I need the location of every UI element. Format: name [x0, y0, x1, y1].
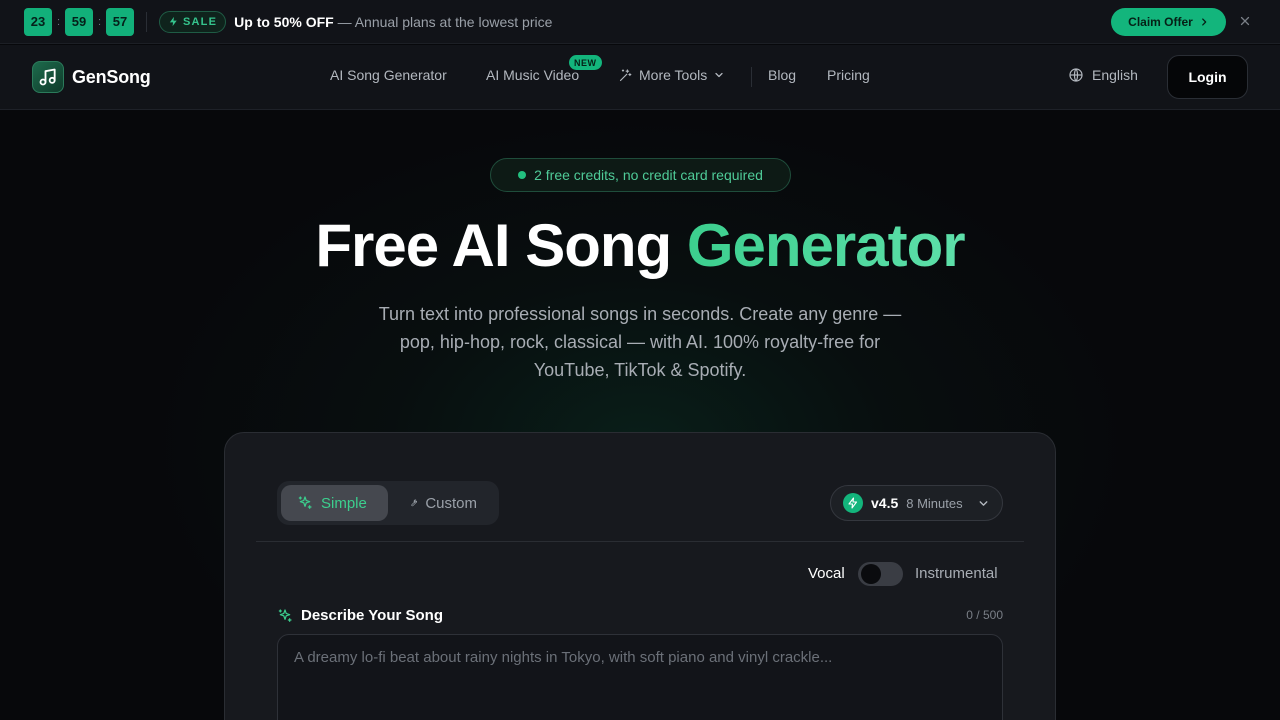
promo-bar: 23 : 59 : 57 SALE Up to 50% OFF — Annual… — [0, 0, 1280, 44]
model-selector[interactable]: v4.5 8 Minutes — [830, 485, 1003, 521]
free-credits-pill: 2 free credits, no credit card required — [490, 158, 791, 192]
claim-offer-label: Claim Offer — [1128, 15, 1193, 29]
status-dot — [518, 171, 527, 179]
timer-separator: : — [57, 15, 61, 28]
timer-minutes: 59 — [65, 7, 93, 36]
timer-seconds: 57 — [106, 7, 134, 36]
promo-divider — [146, 11, 147, 32]
simple-mode-tab[interactable]: Simple — [281, 485, 388, 521]
custom-mode-tab[interactable]: Custom — [393, 485, 493, 521]
mode-switch: Simple Custom — [277, 481, 499, 525]
chevron-right-icon — [1201, 18, 1207, 26]
close-promo-button[interactable] — [1237, 13, 1253, 29]
wrench-icon — [411, 499, 418, 507]
sale-badge: SALE — [159, 10, 227, 33]
timer-hours: 23 — [24, 7, 52, 36]
song-description-box — [277, 634, 1003, 720]
page-title: Free AI Song Generator — [0, 210, 1280, 282]
claim-offer-button[interactable]: Claim Offer — [1111, 8, 1226, 36]
card-divider — [256, 541, 1024, 542]
sale-badge-label: SALE — [183, 15, 218, 28]
brand-logo[interactable]: GenSong — [32, 61, 151, 93]
globe-icon — [1069, 68, 1083, 82]
model-duration: 8 Minutes — [906, 495, 963, 511]
sparkles-icon — [298, 496, 312, 509]
promo-offer-detail: — Annual plans at the lowest price — [333, 13, 553, 30]
vocal-instrumental-toggle[interactable] — [858, 562, 903, 586]
instrumental-label: Instrumental — [915, 565, 998, 582]
nav-pricing[interactable]: Pricing — [827, 67, 870, 83]
lightning-icon — [169, 16, 177, 27]
more-tools-label: More Tools — [639, 67, 708, 83]
song-description-input[interactable] — [294, 649, 986, 719]
lightning-icon — [843, 493, 863, 513]
nav-ai-music-video[interactable]: AI Music Video — [486, 67, 579, 83]
model-version: v4.5 — [871, 495, 899, 511]
language-selector[interactable]: English — [1068, 67, 1138, 83]
main-nav: GenSong AI Song Generator AI Music Video… — [0, 45, 1280, 110]
timer-separator: : — [98, 15, 102, 28]
simple-mode-label: Simple — [321, 494, 367, 512]
vocal-label: Vocal — [808, 565, 845, 582]
title-main: Free AI Song — [315, 212, 687, 279]
describe-song-text: Describe Your Song — [301, 607, 443, 624]
close-icon — [1240, 16, 1250, 26]
nav-ai-song-generator[interactable]: AI Song Generator — [330, 67, 447, 83]
sparkles-icon — [278, 608, 292, 622]
describe-song-label: Describe Your Song — [277, 607, 443, 624]
music-note-icon — [32, 61, 64, 93]
nav-divider — [751, 67, 752, 87]
title-accent: Generator — [686, 212, 966, 279]
custom-mode-label: Custom — [425, 494, 477, 512]
chevron-down-icon — [715, 72, 723, 78]
language-label: English — [1092, 67, 1138, 83]
hero-subtitle: Turn text into professional songs in sec… — [378, 304, 902, 380]
sparkles-icon — [619, 68, 632, 81]
promo-offer-highlight: Up to 50% OFF — [234, 13, 334, 30]
nav-more-tools[interactable]: More Tools — [618, 67, 725, 83]
toggle-knob — [861, 564, 881, 584]
promo-message: Up to 50% OFF — Annual plans at the lowe… — [234, 14, 552, 30]
character-counter: 0 / 500 — [966, 608, 1003, 622]
brand-name: GenSong — [72, 66, 151, 87]
nav-blog[interactable]: Blog — [768, 67, 796, 83]
free-credits-text: 2 free credits, no credit card required — [534, 167, 763, 183]
countdown-timer: 23 : 59 : 57 — [24, 7, 134, 36]
chevron-down-icon — [977, 497, 990, 510]
new-badge: NEW — [569, 55, 602, 70]
login-button[interactable]: Login — [1167, 55, 1248, 99]
